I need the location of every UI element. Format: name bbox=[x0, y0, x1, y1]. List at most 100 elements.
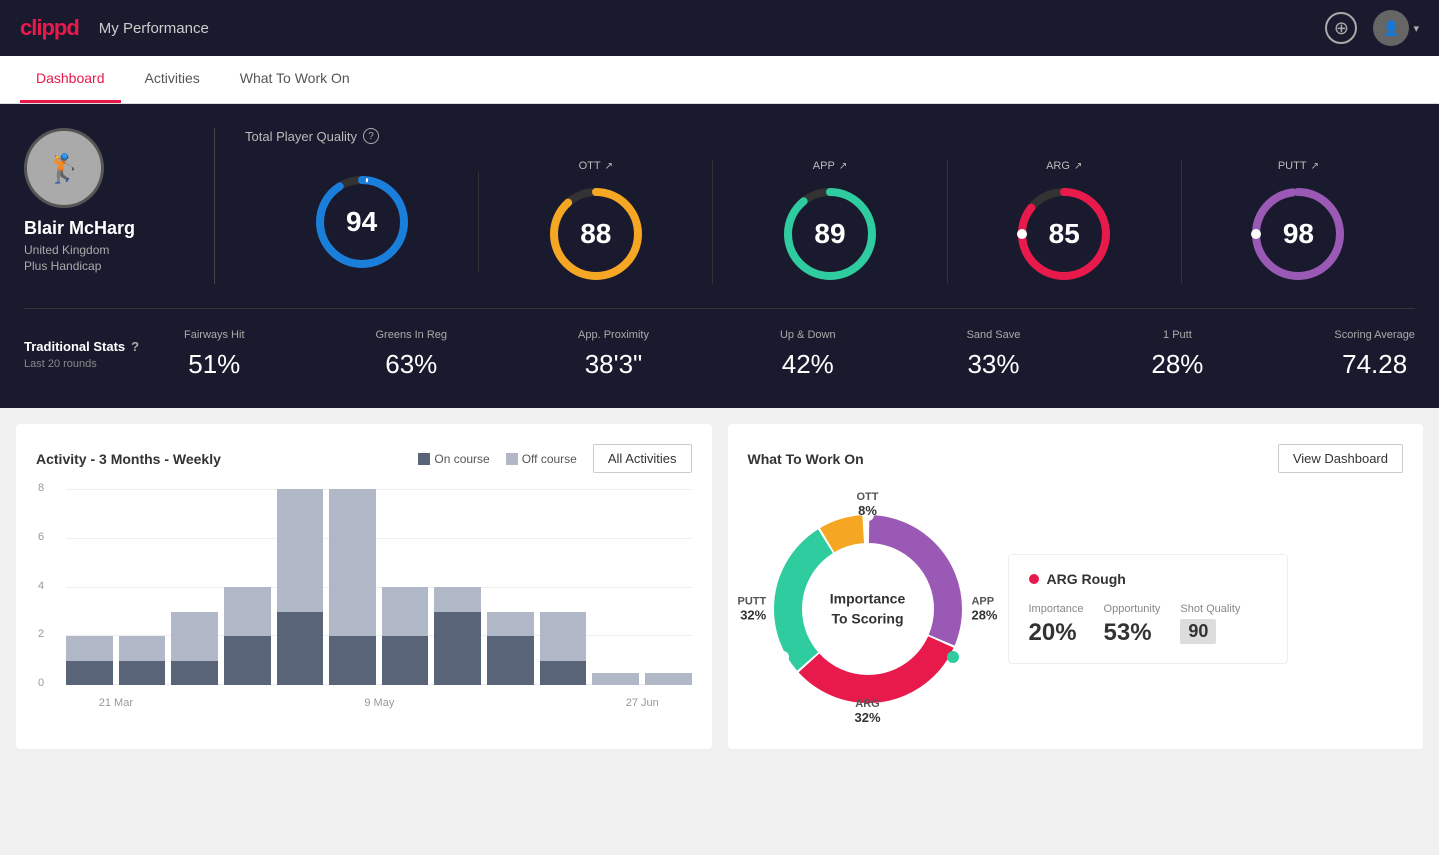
tab-activities[interactable]: Activities bbox=[129, 56, 216, 103]
stats-label-section: Traditional Stats ? Last 20 rounds bbox=[24, 339, 184, 370]
bar-group-10 bbox=[592, 489, 639, 685]
app-label: APP ↗ bbox=[813, 160, 847, 172]
ott-score-card: OTT ↗ 88 bbox=[479, 160, 713, 284]
bar-group-0 bbox=[66, 489, 113, 685]
bar-group-3 bbox=[224, 489, 271, 685]
tab-what-to-work-on[interactable]: What To Work On bbox=[224, 56, 366, 103]
player-name: Blair McHarg bbox=[24, 218, 135, 239]
offcourse-dot bbox=[506, 453, 518, 465]
bar-stack-2 bbox=[171, 612, 218, 686]
avatar-chevron: ▾ bbox=[1413, 22, 1419, 35]
all-activities-button[interactable]: All Activities bbox=[593, 444, 692, 473]
bar-top-11 bbox=[645, 673, 692, 685]
stat-proximity: App. Proximity 38'3" bbox=[578, 329, 649, 380]
logo: clippd bbox=[20, 15, 79, 41]
donut-center: ImportanceTo Scoring bbox=[830, 589, 905, 628]
divider bbox=[214, 128, 215, 284]
arg-donut-label: ARG 32% bbox=[854, 698, 880, 725]
x-axis-labels: 21 Mar 9 May 27 Jun bbox=[66, 697, 692, 709]
bar-top-5 bbox=[329, 489, 376, 636]
player-avatar: 🏌️ bbox=[24, 128, 104, 208]
stat-items: Fairways Hit 51% Greens In Reg 63% App. … bbox=[184, 329, 1415, 380]
quality-scores: 94 OTT ↗ 88 bbox=[245, 160, 1415, 284]
quality-title: Total Player Quality ? bbox=[245, 128, 1415, 144]
metric-importance: Importance 20% bbox=[1029, 603, 1084, 647]
header-actions: ⊕ 👤 ▾ bbox=[1325, 10, 1419, 46]
bar-stack-11 bbox=[645, 673, 692, 685]
wtwo-content: ImportanceTo Scoring OTT 8% ARG 32% APP … bbox=[748, 489, 1404, 729]
putt-label: PUTT ↗ bbox=[1278, 160, 1319, 172]
putt-value: 98 bbox=[1283, 218, 1314, 250]
bar-group-4 bbox=[277, 489, 324, 685]
tab-bar: Dashboard Activities What To Work On bbox=[0, 56, 1439, 104]
wtwo-title: What To Work On bbox=[748, 451, 864, 467]
bar-top-6 bbox=[382, 587, 429, 636]
stats-title: Traditional Stats ? bbox=[24, 339, 184, 354]
avatar: 👤 bbox=[1373, 10, 1409, 46]
bottom-panels: Activity - 3 Months - Weekly On course O… bbox=[0, 408, 1439, 765]
bar-group-7 bbox=[434, 489, 481, 685]
bar-stack-6 bbox=[382, 587, 429, 685]
bar-bottom-8 bbox=[487, 636, 534, 685]
plus-icon: ⊕ bbox=[1334, 18, 1349, 39]
bar-stack-7 bbox=[434, 587, 481, 685]
app-donut-label: APP 28% bbox=[971, 596, 997, 623]
stat-sandsave: Sand Save 33% bbox=[967, 329, 1021, 380]
bar-group-2 bbox=[171, 489, 218, 685]
stat-scoring: Scoring Average 74.28 bbox=[1334, 329, 1415, 380]
bar-top-8 bbox=[487, 612, 534, 637]
stat-gir: Greens In Reg 63% bbox=[376, 329, 448, 380]
bar-bottom-4 bbox=[277, 612, 324, 686]
donut-chart: ImportanceTo Scoring OTT 8% ARG 32% APP … bbox=[748, 489, 988, 729]
bar-group-8 bbox=[487, 489, 534, 685]
traditional-stats: Traditional Stats ? Last 20 rounds Fairw… bbox=[24, 308, 1415, 380]
bar-bottom-7 bbox=[434, 612, 481, 686]
legend-offcourse: Off course bbox=[506, 452, 577, 466]
putt-circle: 98 bbox=[1248, 184, 1348, 284]
ott-value: 88 bbox=[580, 218, 611, 250]
activity-title: Activity - 3 Months - Weekly bbox=[36, 451, 221, 467]
bar-top-7 bbox=[434, 587, 481, 612]
quality-help-icon[interactable]: ? bbox=[363, 128, 379, 144]
stats-help-icon[interactable]: ? bbox=[131, 339, 139, 354]
player-country: United Kingdom bbox=[24, 243, 109, 257]
bar-stack-10 bbox=[592, 673, 639, 685]
info-metrics: Importance 20% Opportunity 53% Shot Qual… bbox=[1029, 603, 1267, 647]
quality-section: Total Player Quality ? 94 bbox=[245, 128, 1415, 284]
bar-bottom-0 bbox=[66, 661, 113, 686]
user-menu[interactable]: 👤 ▾ bbox=[1373, 10, 1419, 46]
metric-opportunity: Opportunity 53% bbox=[1104, 603, 1161, 647]
arg-label: ARG ↗ bbox=[1046, 160, 1082, 172]
stat-oneputt: 1 Putt 28% bbox=[1151, 329, 1203, 380]
bar-group-1 bbox=[119, 489, 166, 685]
bar-stack-9 bbox=[540, 612, 587, 686]
activity-panel: Activity - 3 Months - Weekly On course O… bbox=[16, 424, 712, 749]
stats-subtitle: Last 20 rounds bbox=[24, 358, 184, 370]
header: clippd My Performance ⊕ 👤 ▾ bbox=[0, 0, 1439, 56]
wtwo-header: What To Work On View Dashboard bbox=[748, 444, 1404, 473]
header-title: My Performance bbox=[99, 20, 1326, 37]
ott-donut-label: OTT 8% bbox=[857, 491, 879, 518]
app-circle: 89 bbox=[780, 184, 880, 284]
bar-stack-1 bbox=[119, 636, 166, 685]
view-dashboard-button[interactable]: View Dashboard bbox=[1278, 444, 1403, 473]
x-label-mar: 21 Mar bbox=[99, 697, 133, 709]
arg-circle: 85 bbox=[1014, 184, 1114, 284]
arg-score-card: ARG ↗ 85 bbox=[948, 160, 1182, 284]
bar-group-6 bbox=[382, 489, 429, 685]
pink-dot bbox=[1029, 574, 1039, 584]
bar-bottom-6 bbox=[382, 636, 429, 685]
tab-dashboard[interactable]: Dashboard bbox=[20, 56, 121, 103]
shot-quality-row: 90 bbox=[1180, 619, 1240, 644]
player-handicap: Plus Handicap bbox=[24, 259, 101, 273]
main-score-circle: 94 bbox=[312, 172, 412, 272]
bar-top-3 bbox=[224, 587, 271, 636]
bar-bottom-2 bbox=[171, 661, 218, 686]
add-button[interactable]: ⊕ bbox=[1325, 12, 1357, 44]
bar-bottom-9 bbox=[540, 661, 587, 686]
stat-updown: Up & Down 42% bbox=[780, 329, 836, 380]
stat-fairways: Fairways Hit 51% bbox=[184, 329, 245, 380]
bar-bottom-3 bbox=[224, 636, 271, 685]
bar-bottom-5 bbox=[329, 636, 376, 685]
bar-top-10 bbox=[592, 673, 639, 685]
